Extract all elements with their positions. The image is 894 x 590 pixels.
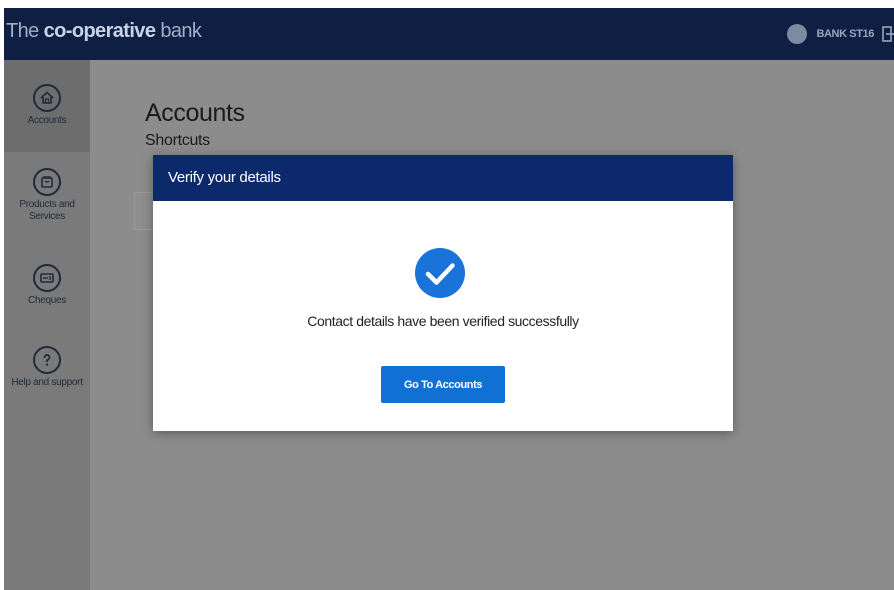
sidebar-item-label: Products and Services	[19, 199, 75, 222]
user-name[interactable]: BANK ST16	[816, 28, 874, 40]
sidebar-item-products[interactable]: Products and Services	[4, 168, 90, 223]
home-icon	[33, 84, 61, 112]
brand-prefix: The	[6, 20, 44, 42]
cheque-icon	[33, 264, 61, 292]
page-title: Accounts	[145, 98, 245, 127]
verify-dialog: Verify your details Contact details have…	[153, 155, 733, 431]
sidebar-item-label: Cheques	[28, 295, 66, 306]
avatar[interactable]	[787, 24, 808, 44]
check-circle-icon	[415, 248, 465, 298]
sidebar-item-label: Accounts	[27, 115, 67, 126]
top-header: The co-operative bank BANK ST16	[4, 8, 894, 60]
sidebar-item-accounts[interactable]: Accounts	[4, 60, 90, 152]
sidebar: Accounts Products and Services Cheques H…	[4, 60, 90, 590]
brand-bold: co-operative	[43, 20, 156, 42]
app-window: The co-operative bank BANK ST16 Accounts	[4, 8, 894, 590]
help-icon	[33, 346, 61, 374]
brand-logo[interactable]: The co-operative bank	[6, 20, 202, 43]
shortcuts-title: Shortcuts	[145, 132, 210, 149]
brand-suffix: bank	[155, 20, 202, 42]
dialog-title: Verify your details	[153, 155, 733, 201]
go-to-accounts-button[interactable]: Go To Accounts	[381, 366, 505, 403]
wallet-icon	[33, 168, 61, 196]
user-area: BANK ST16	[787, 22, 894, 46]
sidebar-item-help[interactable]: Help and support	[4, 346, 90, 389]
logout-icon[interactable]	[882, 25, 894, 43]
sidebar-item-label: Help and support	[11, 377, 83, 388]
success-message: Contact details have been verified succe…	[307, 313, 579, 329]
sidebar-item-cheques[interactable]: Cheques	[4, 264, 90, 307]
